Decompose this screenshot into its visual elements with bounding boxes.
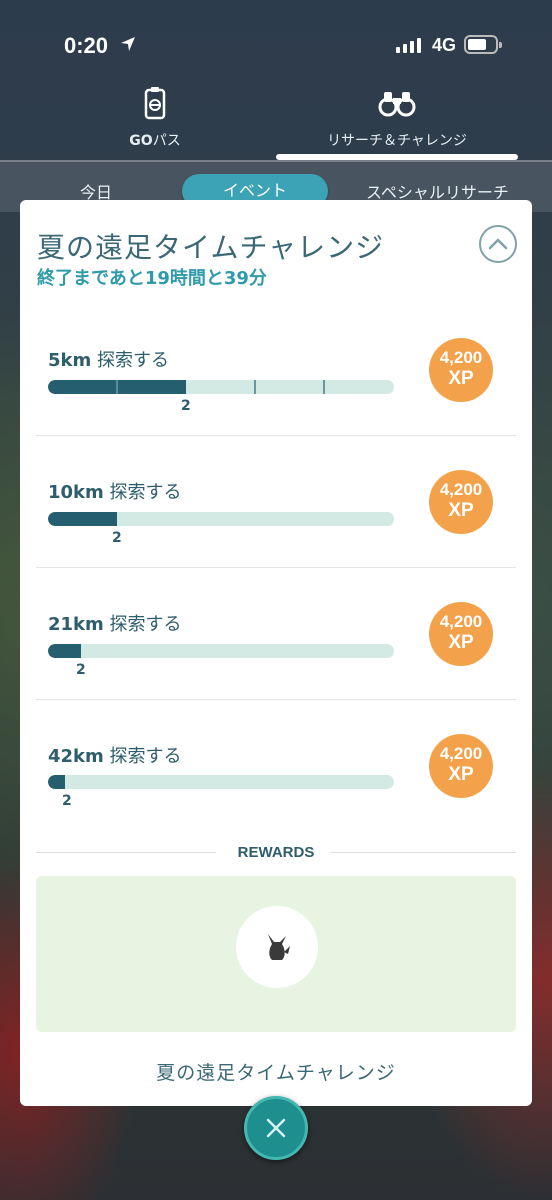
rewards-box [36, 876, 516, 1032]
tab-go-pass[interactable]: GOパス [60, 80, 250, 160]
tab-research[interactable]: リサーチ＆チャレンジ [276, 80, 518, 160]
go-pass-icon [144, 87, 166, 120]
progress-fill [48, 512, 118, 526]
rewards-heading: REWARDS [36, 842, 516, 862]
progress-count: 2 [181, 398, 191, 414]
reward-name: 夏の遠足タイムチャレンジ [156, 1062, 396, 1084]
time-remaining: 終了まであと19時間と39分 [37, 268, 267, 289]
signal-icon [396, 37, 421, 53]
progress-tick [323, 380, 325, 394]
task-label: 5km 探索する [48, 350, 169, 371]
task-label: 10km 探索する [48, 482, 182, 503]
tab-go-pass-label: GOパス [129, 133, 181, 149]
progress-count: 2 [76, 662, 86, 678]
challenge-card: 夏の遠足タイムチャレンジ 終了まであと19時間と39分 5km 探索する 2 4… [20, 200, 532, 1106]
reward-pokemon[interactable] [236, 906, 318, 988]
progress-tick [254, 380, 256, 394]
task-progress-bar [48, 380, 394, 394]
divider [36, 567, 516, 568]
binoculars-icon [378, 92, 416, 117]
task-label: 42km 探索する [48, 746, 182, 767]
xp-reward-badge: 4,200 XP [429, 338, 493, 402]
progress-tick [116, 380, 118, 394]
status-bar: 0:20 4G [0, 0, 552, 90]
close-icon [266, 1118, 286, 1138]
xp-reward-badge: 4,200 XP [429, 734, 493, 798]
xp-reward-badge: 4,200 XP [429, 470, 493, 534]
xp-reward-badge: 4,200 XP [429, 602, 493, 666]
status-time: 0:20 [64, 33, 109, 58]
collapse-button[interactable] [479, 225, 517, 263]
task-item: 10km 探索する 2 4,200 XP [36, 468, 516, 600]
task-label: 21km 探索する [48, 614, 182, 635]
task-item: 5km 探索する 2 4,200 XP [36, 336, 516, 468]
divider [36, 435, 516, 436]
close-button[interactable] [244, 1096, 308, 1160]
network-type: 4G [432, 35, 457, 55]
progress-count: 2 [112, 530, 122, 546]
task-item: 21km 探索する 2 4,200 XP [36, 600, 516, 732]
progress-fill [48, 775, 65, 789]
location-arrow-icon [121, 37, 135, 51]
task-progress-bar [48, 512, 394, 526]
battery-icon [464, 35, 502, 54]
progress-fill [48, 644, 81, 658]
task-progress-bar [48, 644, 394, 658]
pikachu-silhouette-icon [268, 934, 290, 960]
task-progress-bar [48, 775, 394, 789]
divider [36, 699, 516, 700]
challenge-title: 夏の遠足タイムチャレンジ [37, 231, 385, 264]
tab-research-label: リサーチ＆チャレンジ [327, 133, 467, 149]
progress-count: 2 [62, 793, 72, 809]
chevron-up-icon [488, 238, 508, 250]
